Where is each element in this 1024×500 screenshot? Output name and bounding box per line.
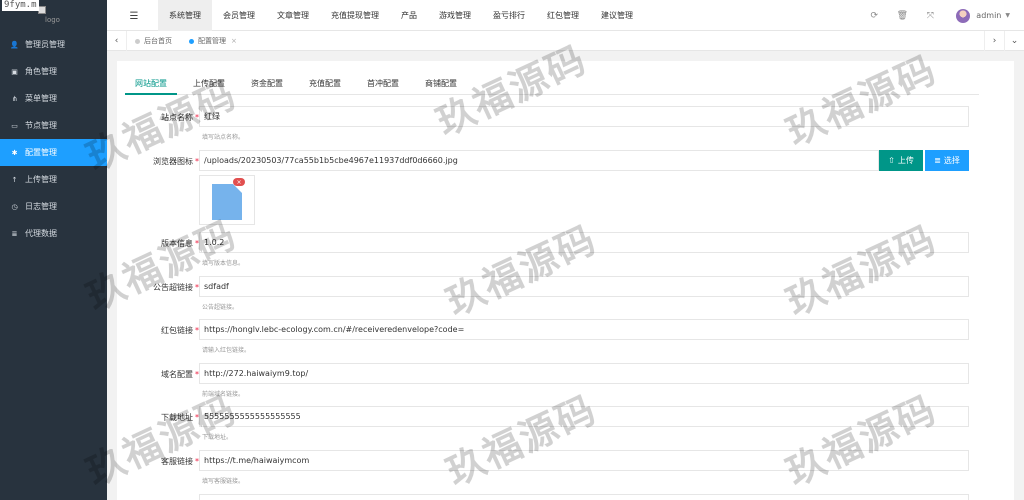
sidebar-item-upload[interactable]: ↑ 上传管理	[0, 166, 107, 193]
field-label: 红包链接 *	[161, 326, 199, 335]
site-name-input[interactable]	[199, 106, 969, 127]
top-menu-article[interactable]: 文章管理	[266, 0, 320, 31]
next-input[interactable]	[199, 494, 969, 500]
list-icon: ≣	[934, 156, 941, 165]
top-menu-redpacket[interactable]: 红包管理	[536, 0, 590, 31]
sidebar-item-agent[interactable]: ≣ 代理数据	[0, 220, 107, 247]
tabs-prev-icon[interactable]: ‹	[107, 31, 127, 51]
tab-home[interactable]: 后台首页	[135, 31, 172, 51]
sidebar-item-log[interactable]: ◷ 日志管理	[0, 193, 107, 220]
sidebar-item-label: 日志管理	[25, 202, 57, 211]
field-help: 请输入红包链接。	[202, 347, 251, 354]
tab-config[interactable]: 配置管理 ×	[189, 31, 237, 51]
upload-icon: ⇧	[888, 156, 895, 165]
sidebar-item-menu[interactable]: ⋔ 菜单管理	[0, 85, 107, 112]
tab-shop-config[interactable]: 商铺配置	[415, 73, 467, 95]
top-menu-member[interactable]: 会员管理	[212, 0, 266, 31]
clock-icon: ◷	[11, 202, 18, 211]
tabs-next-icon[interactable]: ›	[984, 31, 1004, 51]
field-help: 填写客服链接。	[202, 478, 245, 485]
tab-first-recharge-config[interactable]: 首冲配置	[357, 73, 409, 95]
upload-arrow-icon: ↑	[11, 175, 18, 184]
domain-input[interactable]	[199, 363, 969, 384]
notice-link-input[interactable]	[199, 276, 969, 297]
upload-button[interactable]: ⇧ 上传	[879, 150, 923, 171]
top-menu-suggestion[interactable]: 建议管理	[590, 0, 644, 31]
sidebar-item-label: 管理员管理	[25, 40, 65, 49]
tab-dot-icon	[189, 38, 194, 44]
config-tabs: 网站配置 上传配置 资金配置 充值配置 首冲配置 商铺配置	[125, 73, 979, 95]
refresh-icon[interactable]: ⟳	[860, 0, 888, 31]
gear-icon: ✱	[11, 148, 18, 157]
folder-icon: ▭	[11, 121, 18, 130]
fullscreen-icon[interactable]: ⤧	[916, 0, 944, 31]
favicon-preview: ×	[199, 175, 255, 225]
field-help: 公告超链接。	[202, 304, 239, 311]
favicon-path-input[interactable]	[199, 150, 879, 171]
user-icon: 👤	[10, 40, 19, 49]
field-help: 下载地址。	[202, 434, 233, 441]
hierarchy-icon: ⋔	[11, 94, 18, 103]
sidebar-nav: 👤 管理员管理 ▣ 角色管理 ⋔ 菜单管理 ▭ 节点管理 ✱ 配置管理 ↑ 上传…	[0, 31, 107, 247]
list-icon: ≣	[11, 229, 18, 238]
close-icon[interactable]: ×	[231, 37, 237, 45]
field-label: 站点名称 *	[161, 113, 199, 122]
chevron-down-icon[interactable]: ▼	[1005, 12, 1010, 19]
top-menu-system[interactable]: 系统管理	[158, 0, 212, 31]
top-menu-ranking[interactable]: 盈亏排行	[482, 0, 536, 31]
field-label: 浏览器图标 *	[153, 157, 199, 166]
sidebar-item-role[interactable]: ▣ 角色管理	[0, 58, 107, 85]
top-right-tools: ⟳ 🗑 ⤧ admin ▼	[860, 0, 1010, 31]
remove-image-button[interactable]: ×	[233, 178, 245, 186]
sidebar-item-node[interactable]: ▭ 节点管理	[0, 112, 107, 139]
sidebar-item-admin[interactable]: 👤 管理员管理	[0, 31, 107, 58]
source-watermark: 9fym.m	[2, 0, 39, 11]
tab-dot-icon	[135, 38, 140, 44]
field-help: 填写站点名称。	[202, 134, 245, 141]
top-bar: ☰ 系统管理 会员管理 文章管理 充值提现管理 产品 游戏管理 盈亏排行 红包管…	[107, 0, 1024, 31]
logo-text: logo	[45, 16, 60, 24]
page-tabs-bar: ‹ 后台首页 配置管理 × › ⌄	[107, 31, 1024, 51]
trash-icon[interactable]: 🗑	[888, 0, 916, 31]
top-menu-recharge[interactable]: 充值提现管理	[320, 0, 390, 31]
tab-fund-config[interactable]: 资金配置	[241, 73, 293, 95]
file-icon	[212, 184, 242, 220]
redpacket-link-input[interactable]	[199, 319, 969, 340]
top-menu-product[interactable]: 产品	[390, 0, 428, 31]
top-menu: 系统管理 会员管理 文章管理 充值提现管理 产品 游戏管理 盈亏排行 红包管理 …	[158, 0, 644, 31]
config-form-card: 网站配置 上传配置 资金配置 充值配置 首冲配置 商铺配置 站点名称* 填写站点…	[117, 61, 1014, 500]
sidebar-item-label: 代理数据	[25, 229, 57, 238]
tab-label: 后台首页	[144, 37, 172, 45]
sidebar-item-label: 菜单管理	[25, 94, 57, 103]
tab-recharge-config[interactable]: 充值配置	[299, 73, 351, 95]
menu-toggle-icon[interactable]: ☰	[123, 9, 145, 23]
sidebar-item-label: 上传管理	[25, 175, 57, 184]
field-label: 公告超链接 *	[153, 283, 199, 292]
id-card-icon: ▣	[11, 67, 18, 76]
field-help: 填写版本信息。	[202, 260, 245, 267]
logo-image	[38, 6, 46, 14]
top-menu-game[interactable]: 游戏管理	[428, 0, 482, 31]
field-label: 域名配置 *	[161, 370, 199, 379]
field-label: 版本信息 *	[161, 239, 199, 248]
sidebar-item-label: 配置管理	[25, 148, 57, 157]
sidebar: logo 👤 管理员管理 ▣ 角色管理 ⋔ 菜单管理 ▭ 节点管理 ✱ 配置管理…	[0, 0, 107, 500]
user-name[interactable]: admin	[976, 11, 1001, 20]
field-label: 下载地址 *	[161, 413, 199, 422]
version-input[interactable]	[199, 232, 969, 253]
sidebar-item-config[interactable]: ✱ 配置管理	[0, 139, 107, 166]
service-link-input[interactable]	[199, 450, 969, 471]
sidebar-item-label: 节点管理	[25, 121, 57, 130]
tab-label: 配置管理	[198, 37, 226, 45]
sidebar-item-label: 角色管理	[25, 67, 57, 76]
chevron-down-icon[interactable]: ⌄	[1004, 31, 1024, 51]
tab-upload-config[interactable]: 上传配置	[183, 73, 235, 95]
field-help: 前端域名链接。	[202, 391, 245, 398]
download-url-input[interactable]	[199, 406, 969, 427]
select-button[interactable]: ≣ 选择	[925, 150, 969, 171]
avatar[interactable]	[956, 8, 971, 23]
field-label: 客服链接 *	[161, 457, 199, 466]
tab-site-config[interactable]: 网站配置	[125, 73, 177, 95]
